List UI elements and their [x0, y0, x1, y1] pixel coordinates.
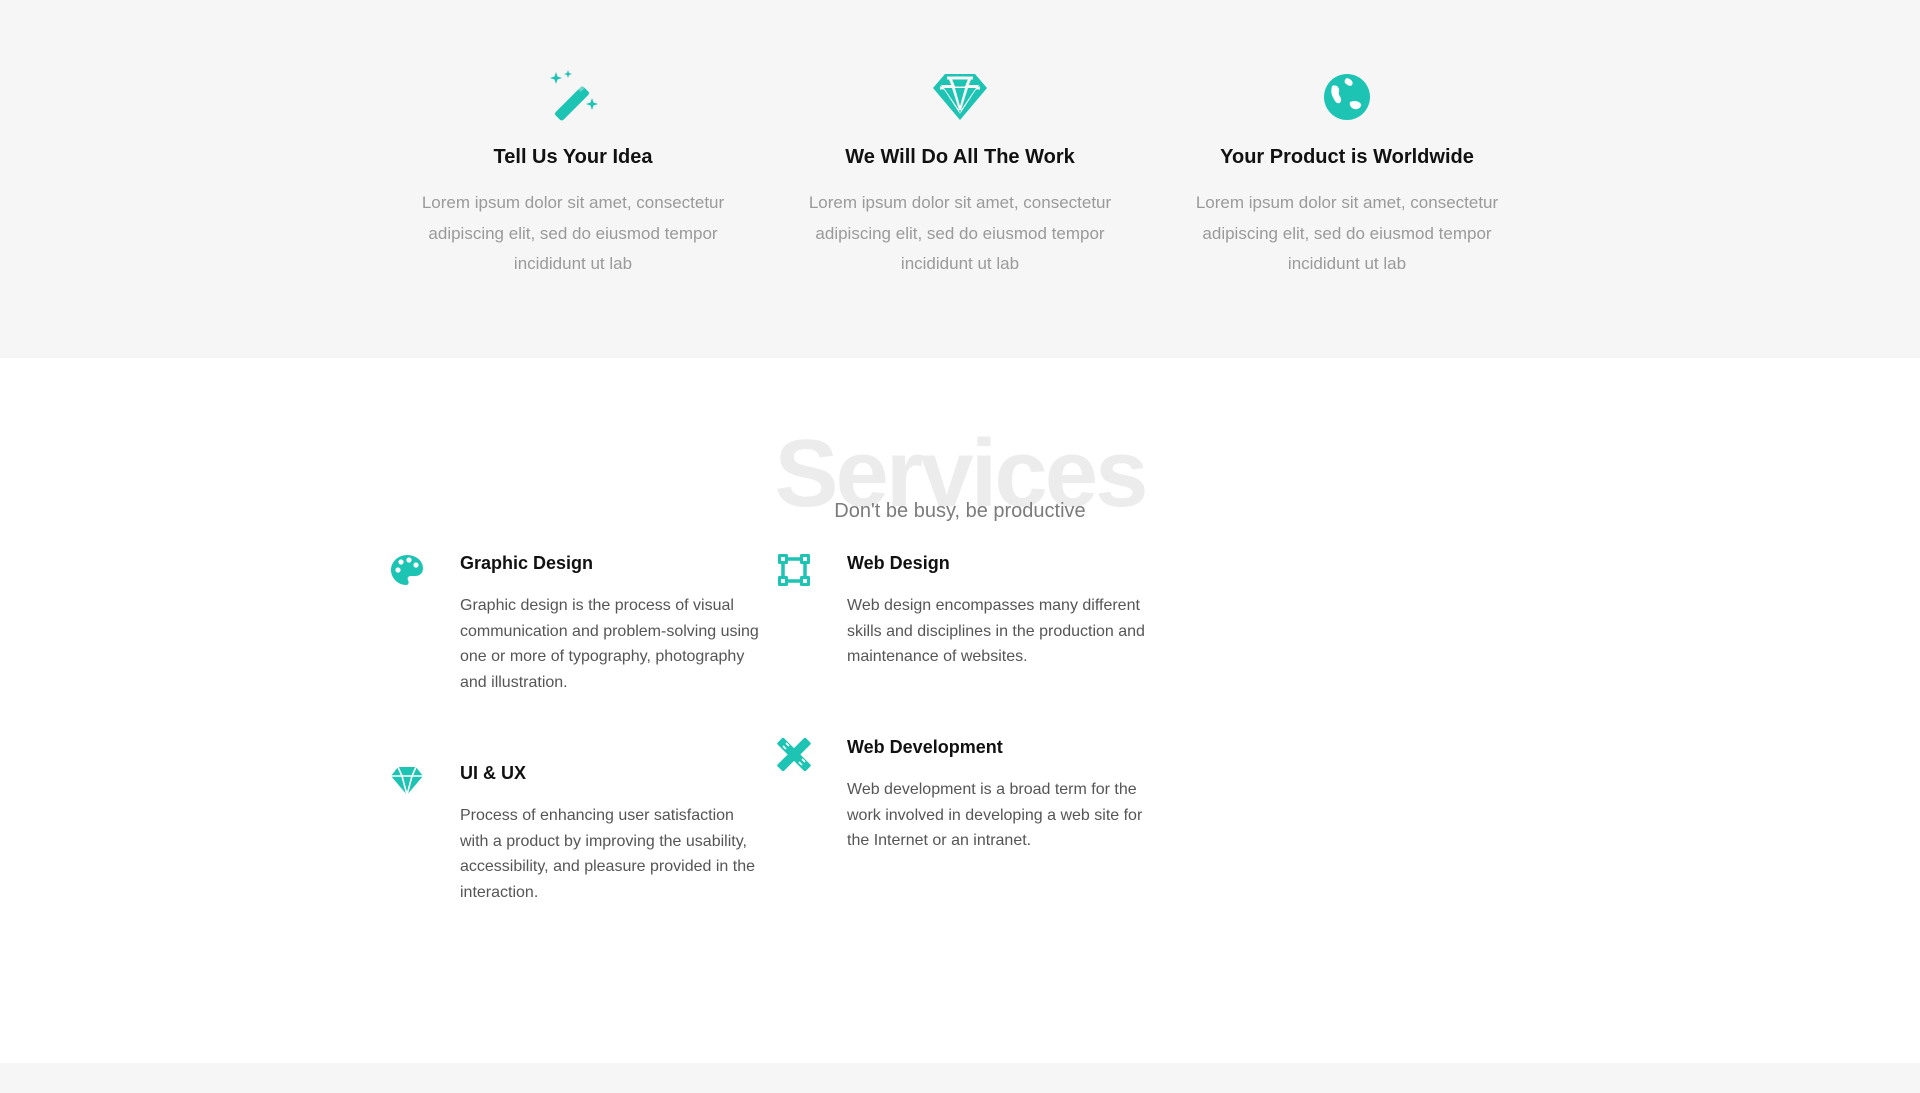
feature-card-idea: Tell Us Your Idea Lorem ipsum dolor sit … — [408, 70, 738, 280]
next-section-strip — [0, 1063, 1920, 1093]
service-title: UI & UX — [460, 763, 527, 783]
feature-text: Lorem ipsum dolor sit amet, consectetur … — [808, 193, 1112, 273]
feature-card-work: We Will Do All The Work Lorem ipsum dolo… — [795, 70, 1125, 280]
diamond-icon — [933, 74, 987, 120]
service-text: Graphic design is the process of visual … — [460, 597, 759, 691]
feature-title: We Will Do All The Work — [845, 146, 1075, 168]
service-web-design: Web Design Web design encompasses many d… — [777, 551, 1157, 670]
service-text: Web development is a broad term for the … — [847, 781, 1143, 849]
globe-icon — [1324, 74, 1370, 120]
feature-title: Your Product is Worldwide — [1220, 146, 1474, 168]
service-text: Process of enhancing user satisfaction w… — [460, 807, 755, 901]
service-web-development: Web Development Web development is a bro… — [777, 735, 1157, 854]
gem-icon — [391, 766, 423, 797]
feature-text: Lorem ipsum dolor sit amet, consectetur … — [421, 193, 725, 273]
service-ui-ux: UI & UX Process of enhancing user satisf… — [390, 761, 770, 905]
service-text: Web design encompasses many different sk… — [847, 597, 1145, 665]
vector-square-icon — [778, 554, 810, 586]
feature-title: Tell Us Your Idea — [493, 146, 653, 168]
service-title: Graphic Design — [460, 553, 594, 573]
services-subtitle: Don't be busy, be productive — [834, 500, 1086, 522]
service-title: Web Development — [847, 737, 1003, 757]
magic-wand-icon — [550, 70, 598, 121]
service-title: Web Design — [847, 553, 950, 573]
feature-card-worldwide: Your Product is Worldwide Lorem ipsum do… — [1182, 70, 1512, 280]
services-section: Services Don't be busy, be productive Gr… — [0, 358, 1920, 1063]
feature-text: Lorem ipsum dolor sit amet, consectetur … — [1195, 193, 1499, 273]
features-section: Tell Us Your Idea Lorem ipsum dolor sit … — [0, 0, 1920, 358]
service-graphic-design: Graphic Design Graphic design is the pro… — [390, 551, 770, 695]
pencil-ruler-icon — [777, 737, 811, 771]
palette-icon — [391, 555, 423, 585]
